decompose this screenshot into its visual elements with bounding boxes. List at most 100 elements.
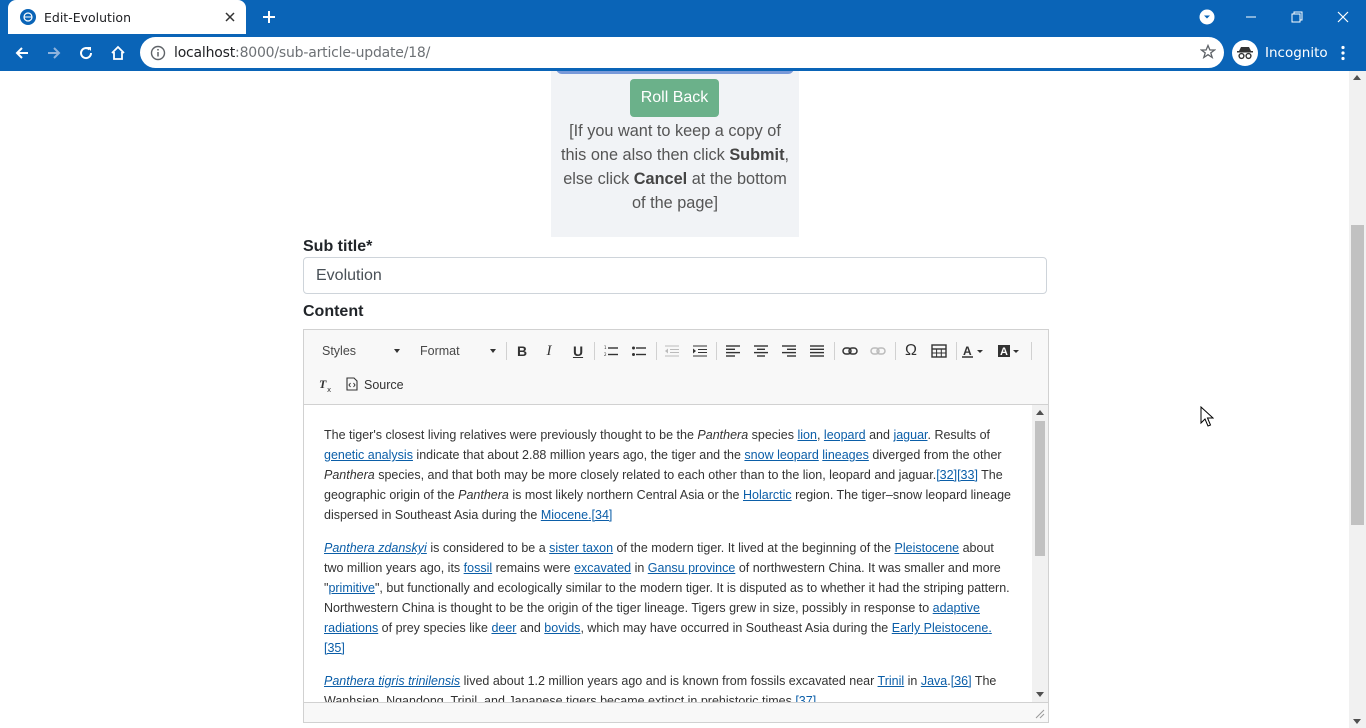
content-link[interactable]: snow leopard — [744, 448, 818, 462]
content-link[interactable]: Java — [921, 674, 947, 688]
browser-menu-icon[interactable] — [1336, 40, 1350, 66]
unlink-icon[interactable] — [866, 340, 890, 362]
content-link[interactable]: fossil — [464, 561, 492, 575]
link-icon[interactable] — [838, 340, 862, 362]
increase-indent-icon[interactable] — [688, 340, 712, 362]
new-tab-icon[interactable] — [258, 6, 280, 28]
subtitle-input[interactable]: Evolution — [303, 257, 1047, 294]
reload-icon[interactable] — [73, 40, 99, 66]
scroll-down-icon[interactable] — [1036, 692, 1044, 697]
scroll-down-icon[interactable] — [1353, 719, 1361, 724]
align-center-icon[interactable] — [749, 340, 773, 362]
scroll-up-icon[interactable] — [1036, 410, 1044, 415]
content-link[interactable]: leopard — [824, 428, 866, 442]
svg-text:A: A — [1000, 346, 1008, 358]
editor-scrollbar[interactable] — [1032, 405, 1048, 702]
numbered-list-icon[interactable]: 12 — [599, 340, 623, 362]
italic-icon[interactable]: I — [537, 340, 561, 362]
underline-icon[interactable]: U — [566, 340, 590, 362]
chevron-down-icon — [394, 349, 400, 353]
content-label: Content — [303, 303, 364, 320]
bold-icon[interactable]: B — [510, 340, 534, 362]
content-link[interactable]: deer — [491, 621, 516, 635]
close-window-icon[interactable] — [1320, 0, 1366, 34]
special-char-icon[interactable]: Ω — [899, 340, 923, 362]
content-link[interactable]: sister taxon — [549, 541, 613, 555]
content-link[interactable]: primitive — [328, 581, 375, 595]
content-link[interactable]: excavated — [574, 561, 631, 575]
background-color-icon[interactable]: A — [996, 340, 1026, 362]
content-link[interactable]: Holarctic — [743, 488, 792, 502]
source-button[interactable]: Source — [346, 374, 404, 396]
justify-icon[interactable] — [805, 340, 829, 362]
resize-handle-icon[interactable] — [1035, 709, 1045, 719]
scroll-up-icon[interactable] — [1353, 75, 1361, 80]
incognito-icon — [1232, 39, 1258, 66]
italic-text: Panthera — [697, 428, 749, 442]
rollback-card: Roll Back [If you want to keep a copy of… — [551, 71, 799, 237]
card-header-strip — [556, 71, 794, 74]
source-icon — [346, 376, 358, 394]
content-link[interactable]: Trinil — [878, 674, 905, 688]
decrease-indent-icon[interactable] — [660, 340, 684, 362]
tab-search-icon[interactable] — [1184, 0, 1230, 34]
content-link[interactable]: Panthera zdanskyi — [324, 541, 427, 555]
format-dropdown[interactable]: Format — [412, 340, 500, 362]
address-bar[interactable]: localhost:8000/sub-article-update/18/ — [140, 37, 1224, 68]
restore-icon[interactable] — [1274, 0, 1320, 34]
content-link[interactable]: Panthera tigris trinilensis — [324, 674, 460, 688]
content-link[interactable]: genetic analysis — [324, 448, 413, 462]
forward-icon[interactable] — [41, 40, 67, 66]
content-link[interactable]: Gansu province — [648, 561, 736, 575]
content-link[interactable]: Pleistocene — [895, 541, 960, 555]
content-link[interactable]: lion — [798, 428, 817, 442]
table-icon[interactable] — [927, 340, 951, 362]
align-right-icon[interactable] — [777, 340, 801, 362]
tab-title: Edit-Evolution — [44, 9, 131, 25]
minimize-icon[interactable] — [1228, 0, 1274, 34]
browser-toolbar: localhost:8000/sub-article-update/18/ In… — [0, 34, 1366, 71]
svg-text:1: 1 — [604, 345, 607, 350]
incognito-profile[interactable]: Incognito — [1232, 37, 1328, 68]
roll-back-button[interactable]: Roll Back — [630, 79, 719, 117]
browser-tab[interactable]: Edit-Evolution — [8, 0, 246, 34]
styles-dropdown[interactable]: Styles — [314, 340, 404, 362]
svg-text:T: T — [319, 378, 327, 391]
svg-text:A: A — [963, 344, 972, 358]
browser-tabbar: Edit-Evolution — [0, 0, 1366, 34]
back-icon[interactable] — [9, 40, 35, 66]
bulleted-list-icon[interactable] — [627, 340, 651, 362]
content-link[interactable]: bovids — [544, 621, 580, 635]
text-color-icon[interactable]: A — [960, 340, 990, 362]
content-link[interactable]: [37] — [795, 694, 816, 702]
bookmark-star-icon[interactable] — [1199, 43, 1217, 65]
content-link[interactable]: jaguar — [893, 428, 927, 442]
italic-text: Panthera — [458, 488, 509, 502]
source-label: Source — [364, 378, 404, 392]
page-scroll-thumb[interactable] — [1351, 225, 1364, 525]
editor-footer — [304, 702, 1048, 722]
home-icon[interactable] — [105, 40, 131, 66]
content-link[interactable]: [36] — [951, 674, 972, 688]
editor-scroll-thumb[interactable] — [1035, 421, 1045, 556]
format-label: Format — [420, 344, 460, 358]
page-scrollbar[interactable] — [1349, 71, 1366, 728]
content-link[interactable]: [32] — [936, 468, 957, 482]
rollback-note: [If you want to keep a copy of this one … — [560, 122, 790, 212]
italic-text: Panthera — [324, 468, 375, 482]
content-link[interactable]: Early Pleistocene — [892, 621, 989, 635]
close-tab-icon[interactable] — [222, 9, 238, 25]
cancel-emphasis: Cancel — [633, 170, 688, 188]
content-link[interactable]: Miocene — [541, 508, 588, 522]
content-link[interactable]: adaptive radiations — [324, 601, 980, 635]
page-viewport: Roll Back [If you want to keep a copy of… — [0, 71, 1349, 728]
content-link[interactable]: [33] — [957, 468, 978, 482]
remove-format-icon[interactable]: Tx — [314, 374, 338, 396]
content-link[interactable]: .[34] — [588, 508, 612, 522]
content-link[interactable]: lineages — [822, 448, 869, 462]
globe-icon — [20, 9, 36, 25]
align-left-icon[interactable] — [721, 340, 745, 362]
info-icon[interactable] — [150, 45, 166, 61]
editor-content[interactable]: The tiger's closest living relatives wer… — [304, 405, 1032, 702]
paragraph-1: The tiger's closest living relatives wer… — [324, 428, 1011, 522]
